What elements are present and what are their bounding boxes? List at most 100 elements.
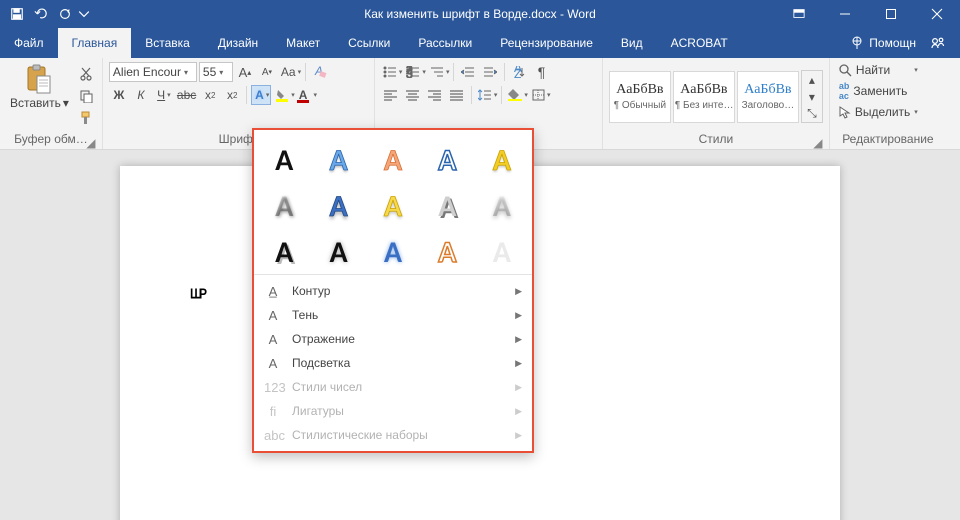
format-painter-button[interactable] <box>76 108 96 128</box>
tab-layout[interactable]: Макет <box>272 28 334 58</box>
text-effect-preset-9[interactable]: A <box>486 190 518 222</box>
styles-launcher[interactable]: ◢ <box>813 136 823 146</box>
group-editing-label: Редактирование <box>842 132 933 146</box>
increase-font-button[interactable]: A▴ <box>235 62 255 82</box>
font-size-combo[interactable]: 55▾ <box>199 62 233 82</box>
group-styles: АаБбВв¶ ОбычныйАаБбВв¶ Без инте…АаБбВвЗа… <box>603 58 830 149</box>
tell-me-button[interactable]: Помощн <box>851 36 916 50</box>
text-effect-preset-3[interactable]: A <box>431 144 463 176</box>
bullets-button[interactable]: ▾ <box>381 62 403 82</box>
save-button[interactable] <box>6 3 28 25</box>
select-button[interactable]: Выделить▾ <box>836 104 921 120</box>
multilevel-list-button[interactable]: ▾ <box>428 62 450 82</box>
tab-design[interactable]: Дизайн <box>204 28 272 58</box>
text-effect-preset-10[interactable]: A <box>268 236 300 268</box>
text-effect-preset-5[interactable]: A <box>268 190 300 222</box>
minimize-button[interactable] <box>822 0 868 28</box>
highlight-button[interactable]: ▾ <box>273 85 295 105</box>
replace-button[interactable]: abacЗаменить <box>836 80 921 102</box>
bold-button[interactable]: Ж <box>109 85 129 105</box>
group-clipboard-label: Буфер обм… <box>14 132 88 146</box>
align-left-button[interactable] <box>381 85 401 105</box>
find-button[interactable]: Найти▾ <box>836 62 921 78</box>
tab-acrobat[interactable]: ACROBAT <box>657 28 742 58</box>
align-center-button[interactable] <box>403 85 423 105</box>
text-effects-button[interactable]: A▾ <box>251 85 271 105</box>
font-name-combo[interactable]: Alien Encour▾ <box>109 62 197 82</box>
sort-button[interactable]: AZ <box>509 62 529 82</box>
text-effect-preset-7[interactable]: A <box>377 190 409 222</box>
style-tile-1[interactable]: АаБбВв¶ Без инте… <box>673 71 735 123</box>
text-effect-menu-контур[interactable]: A̲Контур▶ <box>254 279 532 303</box>
cut-button[interactable] <box>76 64 96 84</box>
styles-expand[interactable]: ⤡ <box>802 105 822 122</box>
group-editing: Найти▾ abacЗаменить Выделить▾ Редактиров… <box>830 58 946 149</box>
change-case-button[interactable]: Aa▾ <box>279 62 301 82</box>
tab-mailings[interactable]: Рассылки <box>404 28 486 58</box>
tab-view[interactable]: Вид <box>607 28 657 58</box>
styles-scroll-up[interactable]: ▴ <box>802 71 822 88</box>
text-effects-dropdown: AAAAAAAAAAAAAAA A̲Контур▶AТень▶AОтражени… <box>252 128 534 453</box>
font-color-button[interactable]: A▾ <box>297 85 317 105</box>
undo-button[interactable] <box>30 3 52 25</box>
text-effect-menu-стили-чисел: 123Стили чисел▶ <box>254 375 532 399</box>
strikethrough-button[interactable]: abc <box>175 85 198 105</box>
styles-scroll-down[interactable]: ▾ <box>802 88 822 105</box>
tab-insert[interactable]: Вставка <box>131 28 204 58</box>
text-effect-preset-0[interactable]: A <box>268 144 300 176</box>
group-clipboard: Вставить▾ Буфер обм…◢ <box>0 58 103 149</box>
share-button[interactable] <box>928 33 948 53</box>
tab-file[interactable]: Файл <box>0 28 58 58</box>
text-effect-preset-4[interactable]: A <box>486 144 518 176</box>
text-effect-menu-тень[interactable]: AТень▶ <box>254 303 532 327</box>
justify-button[interactable] <box>447 85 467 105</box>
text-effect-preset-1[interactable]: A <box>323 144 355 176</box>
superscript-button[interactable]: x2 <box>222 85 242 105</box>
text-effect-menu-стилистические-наборы: abcСтилистические наборы▶ <box>254 423 532 447</box>
group-styles-label: Стили <box>699 132 734 146</box>
borders-button[interactable]: ▾ <box>530 85 551 105</box>
clipboard-launcher[interactable]: ◢ <box>86 136 96 146</box>
copy-button[interactable] <box>76 86 96 106</box>
decrease-indent-button[interactable] <box>458 62 478 82</box>
ribbon-display-options-button[interactable] <box>776 0 822 28</box>
style-tile-2[interactable]: АаБбВвЗаголово… <box>737 71 799 123</box>
window-title: Как изменить шрифт в Ворде.docx - Word <box>364 7 596 21</box>
text-effect-preset-13[interactable]: A <box>431 236 463 268</box>
text-effect-preset-2[interactable]: A <box>377 144 409 176</box>
text-effect-preset-8[interactable]: A <box>431 190 463 222</box>
redo-button[interactable] <box>54 3 76 25</box>
text-effect-preset-12[interactable]: A <box>377 236 409 268</box>
tell-me-label: Помощн <box>869 36 916 50</box>
maximize-button[interactable] <box>868 0 914 28</box>
decrease-font-button[interactable]: A▾ <box>257 62 277 82</box>
tab-home[interactable]: Главная <box>58 28 132 58</box>
subscript-button[interactable]: x2 <box>200 85 220 105</box>
tab-review[interactable]: Рецензирование <box>486 28 607 58</box>
align-right-button[interactable] <box>425 85 445 105</box>
text-effect-menu-лигатуры: fiЛигатуры▶ <box>254 399 532 423</box>
text-effect-menu-отражение[interactable]: AОтражение▶ <box>254 327 532 351</box>
underline-button[interactable]: Ч▾ <box>153 85 173 105</box>
tab-references[interactable]: Ссылки <box>334 28 404 58</box>
style-tile-0[interactable]: АаБбВв¶ Обычный <box>609 71 671 123</box>
show-marks-button[interactable]: ¶ <box>531 62 551 82</box>
text-effect-menu-подсветка[interactable]: AПодсветка▶ <box>254 351 532 375</box>
text-effect-preset-6[interactable]: A <box>323 190 355 222</box>
text-effect-submenus: A̲Контур▶AТень▶AОтражение▶AПодсветка▶123… <box>254 274 532 451</box>
svg-text:Z: Z <box>514 67 521 78</box>
text-effect-preset-11[interactable]: A <box>323 236 355 268</box>
qat-customize-button[interactable] <box>78 3 90 25</box>
numbering-button[interactable]: 123▾ <box>404 62 426 82</box>
paste-button[interactable]: Вставить▾ <box>6 62 73 112</box>
text-effect-presets: AAAAAAAAAAAAAAA <box>254 130 532 274</box>
close-button[interactable] <box>914 0 960 28</box>
clear-formatting-button[interactable]: A <box>310 62 330 82</box>
increase-indent-button[interactable] <box>480 62 500 82</box>
line-spacing-button[interactable]: ▾ <box>476 85 498 105</box>
text-effect-preset-14[interactable]: A <box>486 236 518 268</box>
shading-button[interactable]: ▾ <box>506 85 528 105</box>
italic-button[interactable]: К <box>131 85 151 105</box>
ribbon-tabs: Файл Главная Вставка Дизайн Макет Ссылки… <box>0 28 960 58</box>
clipboard-icon <box>24 64 54 94</box>
